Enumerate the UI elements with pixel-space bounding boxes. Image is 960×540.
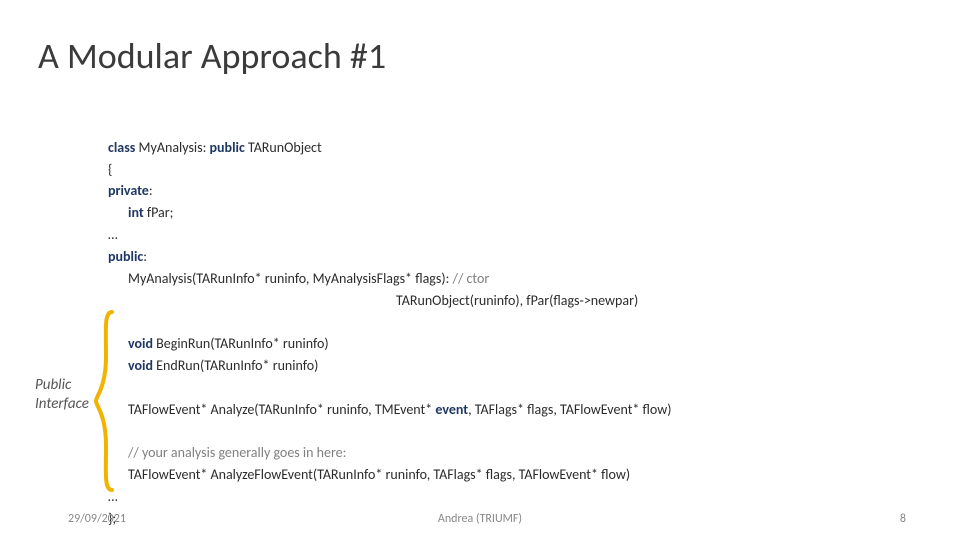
kw-private: private — [108, 182, 149, 199]
curly-brace-icon — [94, 310, 116, 492]
footer-page-number: 8 — [900, 512, 906, 526]
kw-void-2: void — [128, 357, 153, 374]
analyzeflow-sig: TAFlowEvent* AnalyzeFlowEvent(TARunInfo*… — [108, 466, 630, 483]
code-block: class MyAnalysis: public TARunObject { p… — [108, 115, 672, 530]
footer-author: Andrea (TRIUMF) — [0, 512, 960, 526]
kw-public-inh: public — [210, 139, 245, 156]
ctor-comment: // ctor — [453, 270, 490, 287]
open-brace: { — [108, 161, 112, 178]
analyze-post: , TAFlags* flags, TAFlowEvent* flow) — [468, 401, 671, 418]
slide-title: A Modular Approach #1 — [38, 34, 386, 78]
kw-int: int — [128, 204, 144, 221]
class-base: TARunObject — [245, 139, 322, 156]
kw-void-1: void — [128, 335, 153, 352]
label-line-2: Interface — [35, 395, 89, 413]
kw-event: event — [435, 401, 468, 418]
kw-class: class — [108, 139, 135, 156]
ctor-init-pad — [108, 292, 396, 309]
ctor-init: TARunObject(runinfo), fPar(flags->newpar… — [396, 292, 638, 309]
public-interface-label: Public Interface — [35, 376, 89, 414]
class-decl: MyAnalysis: — [135, 139, 209, 156]
colon-public: : — [143, 248, 147, 265]
fpar-decl: fPar; — [144, 204, 174, 221]
ctor-sig: MyAnalysis(TARunInfo* runinfo, MyAnalysi… — [128, 270, 453, 287]
kw-public: public — [108, 248, 143, 265]
colon-private: : — [149, 182, 153, 199]
beginrun-sig: BeginRun(TARunInfo* runinfo) — [153, 335, 329, 352]
analysis-comment: // your analysis generally goes in here: — [108, 444, 346, 461]
ellipsis-1: … — [108, 226, 118, 243]
label-line-1: Public — [35, 376, 71, 394]
endrun-sig: EndRun(TARunInfo* runinfo) — [153, 357, 318, 374]
analyze-pre: TAFlowEvent* Analyze(TARunInfo* runinfo,… — [128, 401, 435, 418]
